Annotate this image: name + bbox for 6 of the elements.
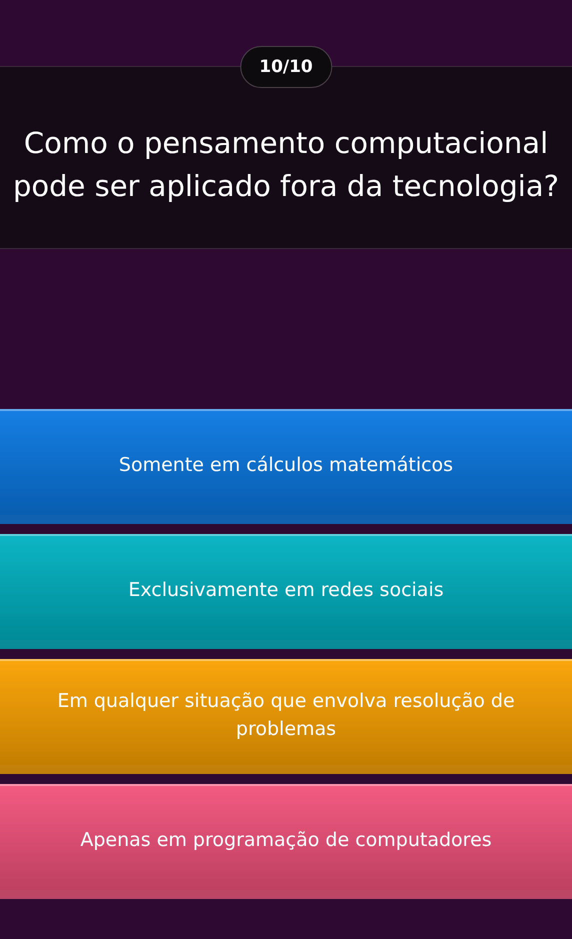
answer-button[interactable]: Em qualquer situação que envolva resolução de problemas xyxy=(0,659,572,774)
question-text: Como o pensamento computacional pode ser aplicado fora da tecnologia? xyxy=(12,124,560,204)
answer-button[interactable]: Exclusivamente em redes sociais xyxy=(0,534,572,649)
question-counter: 10/10 xyxy=(240,46,332,88)
answer-button[interactable]: Somente em cálculos matemáticos xyxy=(0,409,572,524)
answer-button[interactable]: Apenas em programação de computadores xyxy=(0,784,572,899)
